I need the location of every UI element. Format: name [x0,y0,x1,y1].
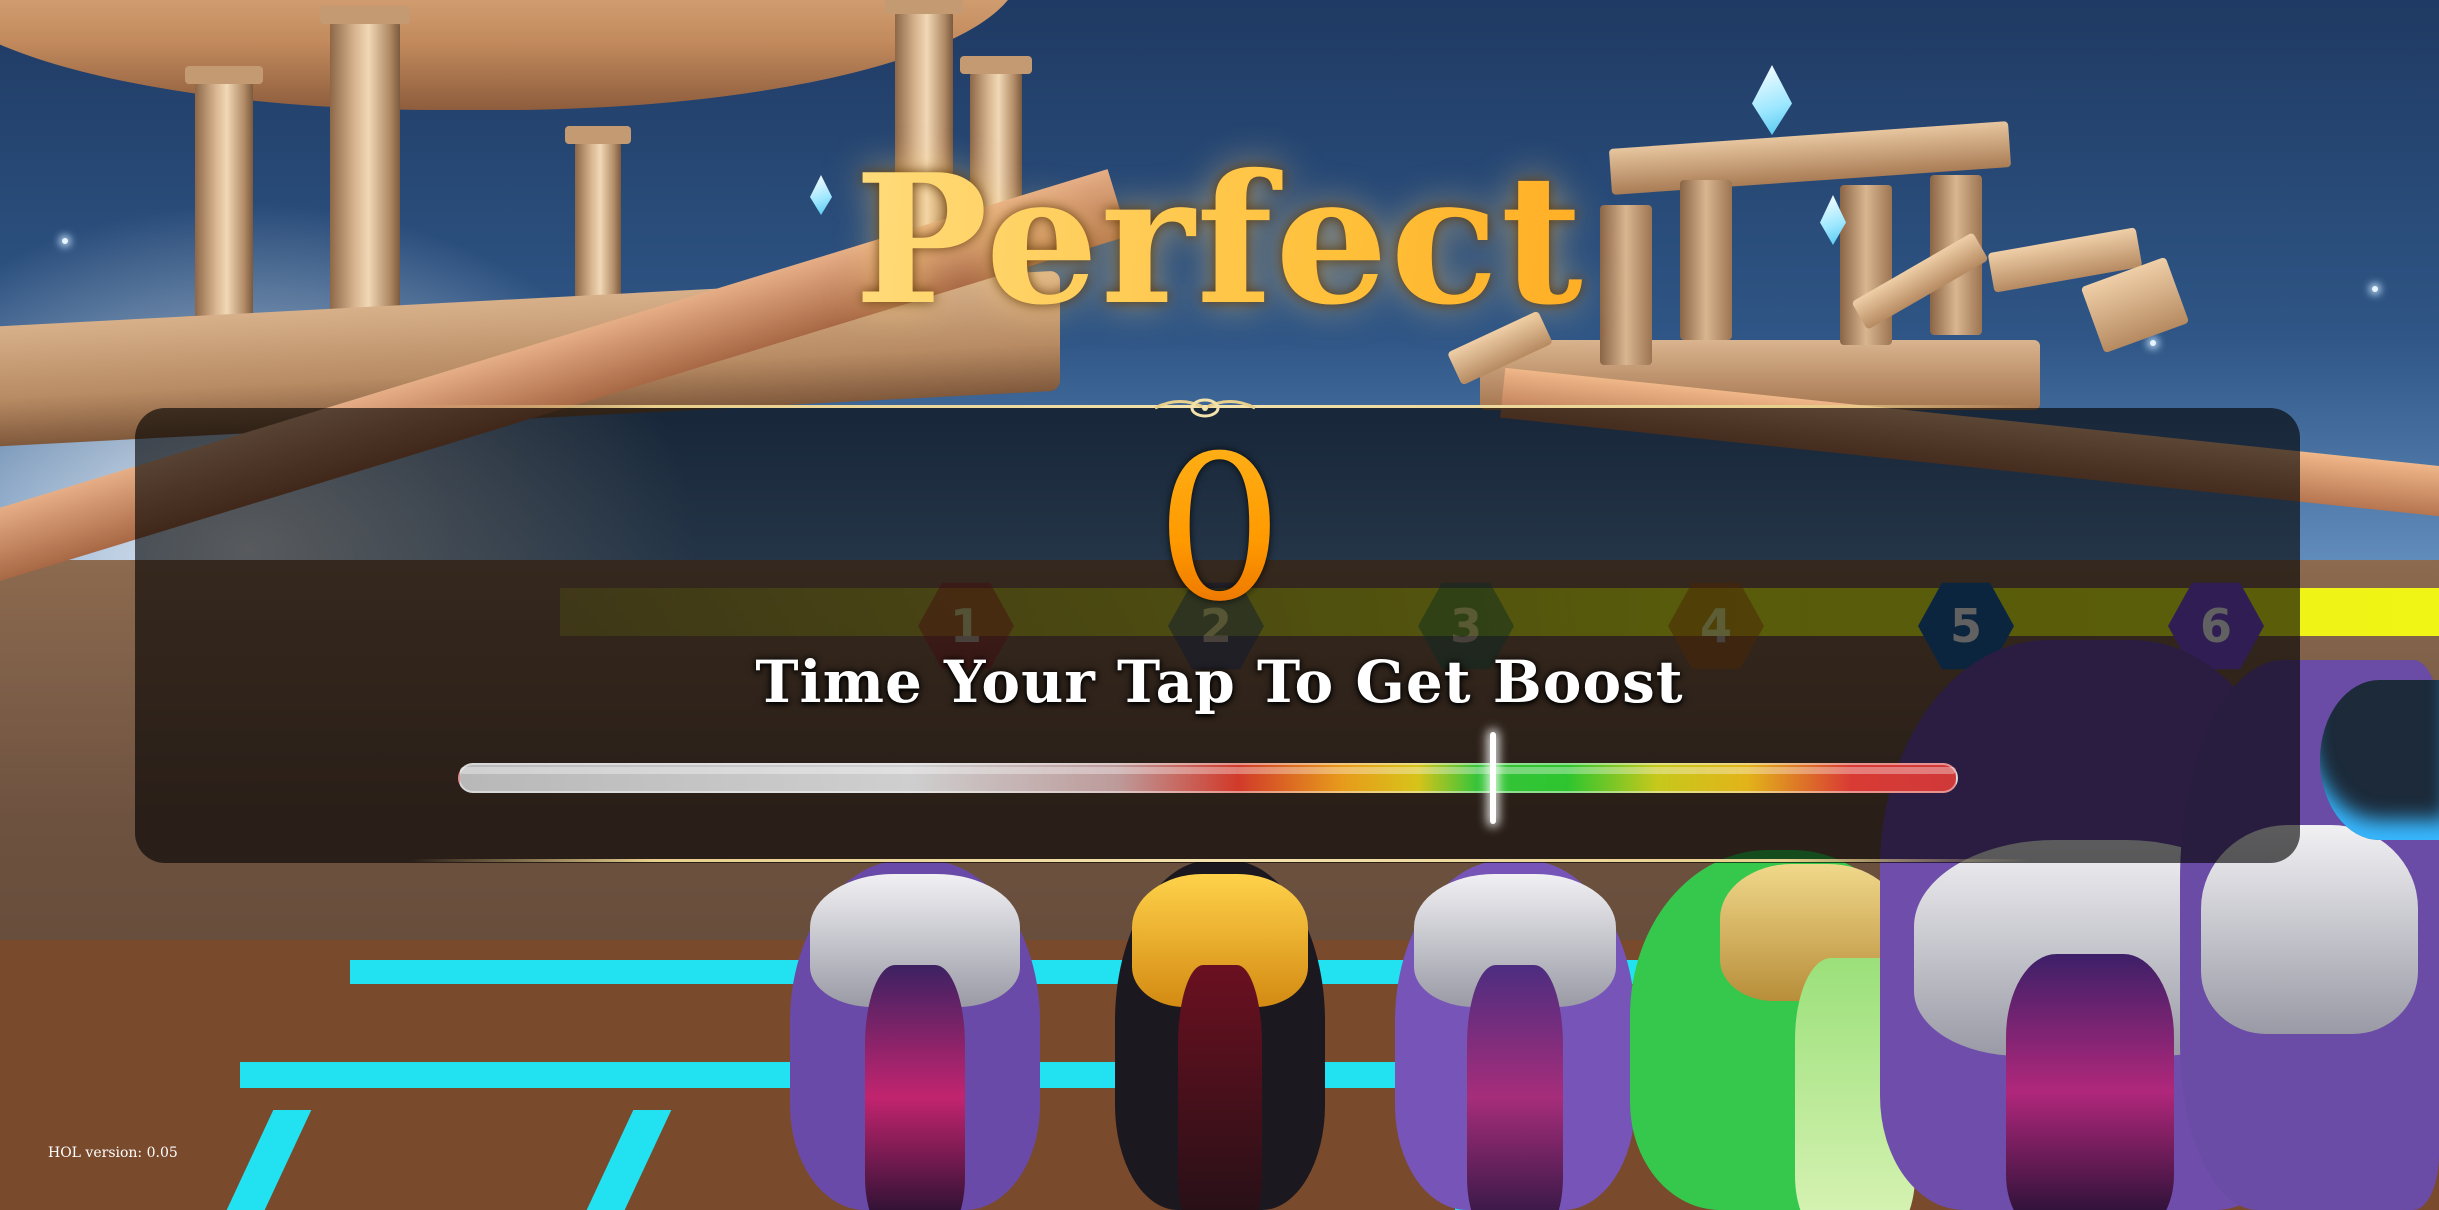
horse-black-gold [1115,860,1325,1210]
boost-timing-meter[interactable] [458,763,1958,793]
boost-timing-marker [1490,732,1496,824]
horse-purple-2 [1395,860,1635,1210]
panel-bottom-border [410,859,2030,862]
game-screen[interactable]: 1 2 3 4 5 6 Perfect 0 Time Your Tap To G… [0,0,2439,1210]
version-label: HOL version: 0.05 [48,1145,178,1161]
horse-purple-1 [790,860,1040,1210]
boost-counter: 0 [0,430,2439,630]
tap-instruction: Time Your Tap To Get Boost [755,648,1684,716]
timing-rating-text: Perfect [0,135,2439,344]
